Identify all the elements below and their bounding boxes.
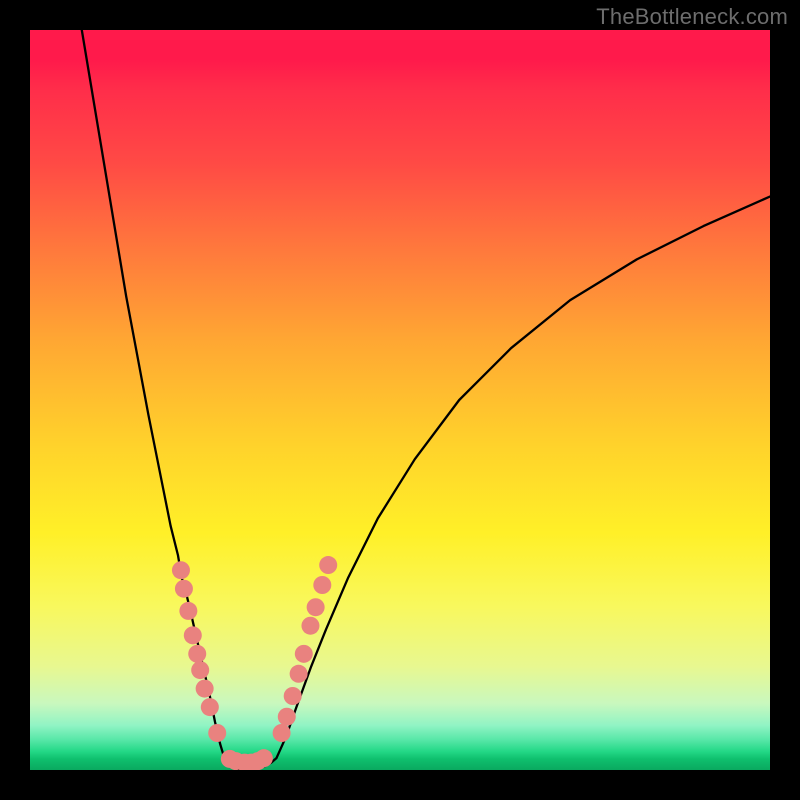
highlight-dot <box>201 698 219 716</box>
highlight-dot <box>273 724 291 742</box>
highlight-dot <box>278 708 296 726</box>
highlight-dot <box>184 626 202 644</box>
bottleneck-curve <box>82 30 770 769</box>
highlight-dot <box>255 749 273 767</box>
highlight-dot <box>196 680 214 698</box>
highlight-dot <box>179 602 197 620</box>
highlight-dot <box>301 617 319 635</box>
highlight-dot <box>208 724 226 742</box>
highlight-dot <box>319 556 337 574</box>
highlight-dot <box>307 598 325 616</box>
highlight-dot <box>191 661 209 679</box>
highlight-dot <box>284 687 302 705</box>
curve-layer <box>30 30 770 770</box>
highlight-dot <box>175 580 193 598</box>
bottleneck-curve-path <box>82 30 770 769</box>
outer-black-frame: TheBottleneck.com <box>0 0 800 800</box>
highlight-dot <box>172 561 190 579</box>
highlight-dot <box>295 645 313 663</box>
highlight-dot <box>290 665 308 683</box>
highlight-dot <box>188 645 206 663</box>
watermark-text: TheBottleneck.com <box>596 4 788 30</box>
highlight-dot <box>313 576 331 594</box>
plot-area <box>30 30 770 770</box>
